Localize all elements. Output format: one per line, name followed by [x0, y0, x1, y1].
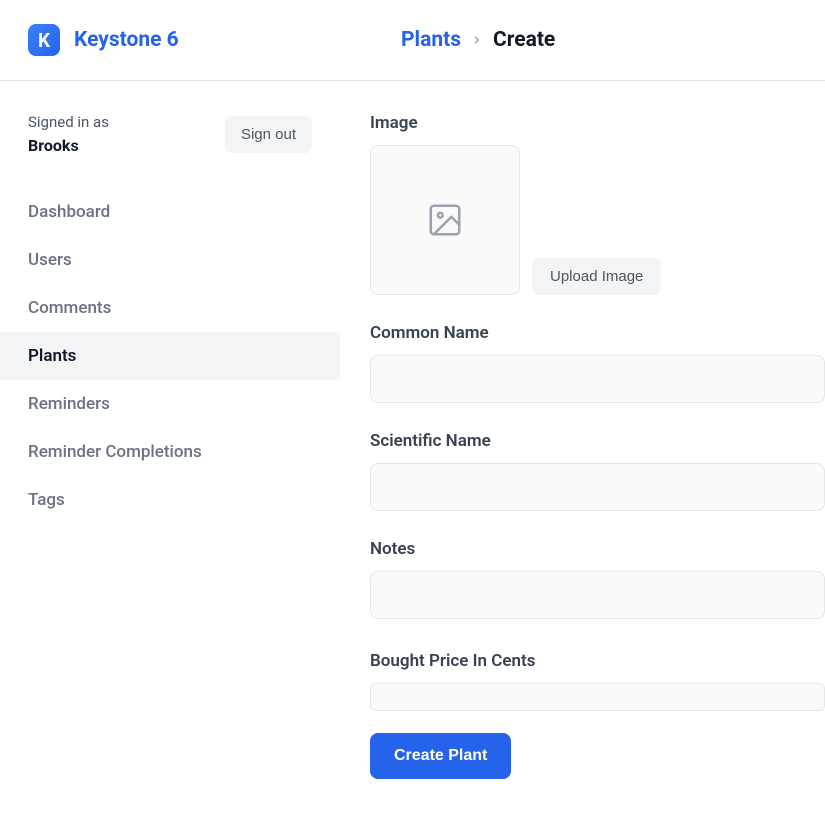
- notes-label: Notes: [370, 539, 825, 559]
- common-name-label: Common Name: [370, 323, 825, 343]
- field-notes: Notes: [370, 539, 825, 623]
- chevron-right-icon: [471, 34, 483, 46]
- image-label: Image: [370, 113, 825, 133]
- sidebar-item-dashboard[interactable]: Dashboard: [0, 188, 340, 236]
- main-content: Image Upload Image Common Name Scientifi…: [340, 81, 825, 811]
- app-header: K Keystone 6 Plants Create: [0, 0, 825, 81]
- app-body: Signed in as Brooks Sign out Dashboard U…: [0, 81, 825, 811]
- common-name-input[interactable]: [370, 355, 825, 403]
- signed-in-text: Signed in as Brooks: [28, 111, 109, 158]
- breadcrumb-current: Create: [493, 28, 555, 52]
- bought-price-input[interactable]: [370, 683, 825, 711]
- image-icon: [426, 201, 464, 239]
- brand[interactable]: K Keystone 6: [28, 24, 401, 56]
- scientific-name-label: Scientific Name: [370, 431, 825, 451]
- field-bought-price: Bought Price In Cents: [370, 651, 825, 711]
- notes-input[interactable]: [370, 571, 825, 619]
- nav: Dashboard Users Comments Plants Reminder…: [0, 188, 340, 524]
- sidebar-item-tags[interactable]: Tags: [0, 476, 340, 524]
- signed-in-label: Signed in as: [28, 113, 109, 131]
- sidebar-item-users[interactable]: Users: [0, 236, 340, 284]
- image-placeholder: [370, 145, 520, 295]
- breadcrumb: Plants Create: [401, 28, 555, 52]
- create-plant-button[interactable]: Create Plant: [370, 733, 511, 779]
- sidebar-item-reminders[interactable]: Reminders: [0, 380, 340, 428]
- field-scientific-name: Scientific Name: [370, 431, 825, 511]
- breadcrumb-parent[interactable]: Plants: [401, 28, 461, 52]
- image-row: Upload Image: [370, 145, 825, 295]
- logo-letter: K: [38, 29, 50, 52]
- sidebar-item-reminder-completions[interactable]: Reminder Completions: [0, 428, 340, 476]
- upload-image-button[interactable]: Upload Image: [532, 258, 661, 295]
- brand-title: Keystone 6: [74, 28, 179, 52]
- sidebar-item-comments[interactable]: Comments: [0, 284, 340, 332]
- logo-icon: K: [28, 24, 60, 56]
- bought-price-label: Bought Price In Cents: [370, 651, 825, 671]
- auth-block: Signed in as Brooks Sign out: [0, 111, 340, 158]
- scientific-name-input[interactable]: [370, 463, 825, 511]
- signout-button[interactable]: Sign out: [225, 116, 312, 153]
- signed-in-username: Brooks: [28, 136, 79, 155]
- sidebar: Signed in as Brooks Sign out Dashboard U…: [0, 81, 340, 811]
- sidebar-item-plants[interactable]: Plants: [0, 332, 340, 380]
- field-common-name: Common Name: [370, 323, 825, 403]
- field-image: Image Upload Image: [370, 113, 825, 295]
